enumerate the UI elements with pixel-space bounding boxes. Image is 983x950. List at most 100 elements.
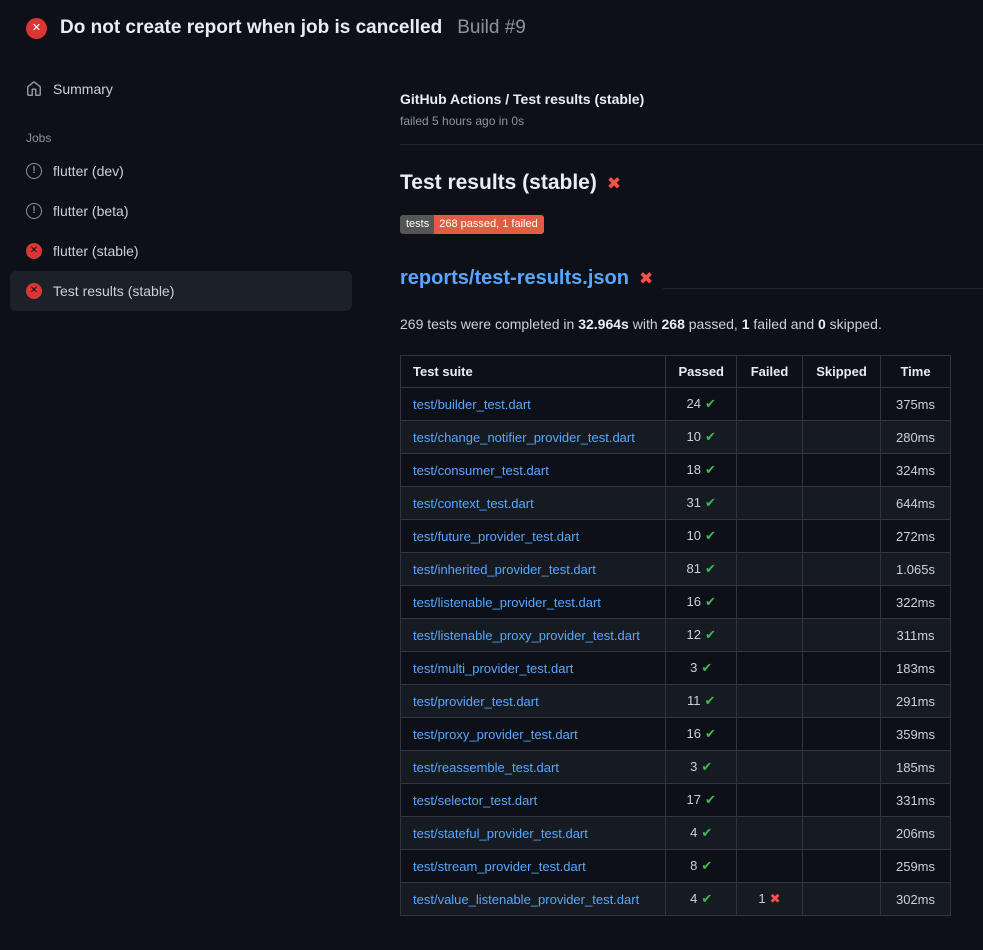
cell-failed [737,652,803,685]
cell-suite-link[interactable]: test/provider_test.dart [413,694,539,709]
run-header: ✕ Do not create report when job is cance… [0,0,983,53]
cell-skipped [803,487,881,520]
job-label: flutter (dev) [53,163,124,179]
cell-skipped [803,751,881,784]
breadcrumb: GitHub Actions / Test results (stable) [400,89,983,109]
results-table: Test suite Passed Failed Skipped Time te… [400,355,951,916]
cell-suite-link[interactable]: test/listenable_provider_test.dart [413,595,601,610]
cell-skipped [803,784,881,817]
sidebar-job-flutter-dev-[interactable]: ! flutter (dev) [10,151,352,191]
home-icon [26,81,42,97]
cell-time: 185ms [881,751,951,784]
cell-failed [737,751,803,784]
cell-suite: test/change_notifier_provider_test.dart [401,421,666,454]
tests-badge: tests 268 passed, 1 failed [400,215,544,234]
sidebar-job-test-results-stable-[interactable]: ✕ Test results (stable) [10,271,352,311]
table-row: test/inherited_provider_test.dart 81✔ 1.… [401,553,951,586]
cell-suite-link[interactable]: test/stateful_provider_test.dart [413,826,588,841]
cell-suite: test/inherited_provider_test.dart [401,553,666,586]
cell-passed: 16✔ [666,586,737,619]
cell-passed: 8✔ [666,850,737,883]
cell-passed: 17✔ [666,784,737,817]
cell-suite-link[interactable]: test/proxy_provider_test.dart [413,727,578,742]
section-title-row: Test results (stable) ✖ [400,169,983,197]
col-header-suite: Test suite [401,356,666,388]
cell-failed [737,817,803,850]
cell-suite: test/listenable_proxy_provider_test.dart [401,619,666,652]
cell-skipped [803,454,881,487]
table-row: test/stateful_provider_test.dart 4✔ 206m… [401,817,951,850]
cell-suite-link[interactable]: test/reassemble_test.dart [413,760,559,775]
cell-failed [737,421,803,454]
cell-suite-link[interactable]: test/stream_provider_test.dart [413,859,586,874]
cell-time: 183ms [881,652,951,685]
cell-passed: 12✔ [666,619,737,652]
cell-suite-link[interactable]: test/multi_provider_test.dart [413,661,573,676]
cell-skipped [803,520,881,553]
cell-passed: 3✔ [666,652,737,685]
sidebar-job-flutter-beta-[interactable]: ! flutter (beta) [10,191,352,231]
cell-skipped [803,817,881,850]
cell-time: 331ms [881,784,951,817]
cell-time: 322ms [881,586,951,619]
cell-suite-link[interactable]: test/listenable_proxy_provider_test.dart [413,628,640,643]
col-header-time: Time [881,356,951,388]
cell-skipped [803,553,881,586]
col-header-skipped: Skipped [803,356,881,388]
cell-time: 280ms [881,421,951,454]
cell-suite-link[interactable]: test/selector_test.dart [413,793,537,808]
cell-failed [737,685,803,718]
badge-label: tests [400,215,434,234]
cell-time: 311ms [881,619,951,652]
summary-label: Summary [53,81,113,97]
sidebar: Summary Jobs ! flutter (dev) ! flutter (… [0,53,384,311]
failed-x-icon: ✖ [639,270,653,287]
run-failed-icon: ✕ [26,18,47,39]
cell-skipped [803,388,881,421]
job-status-icon: ! [26,163,42,179]
table-row: test/consumer_test.dart 18✔ 324ms [401,454,951,487]
cell-passed: 81✔ [666,553,737,586]
failed-x-icon: ✖ [607,175,621,192]
cell-time: 302ms [881,883,951,916]
report-file-link[interactable]: reports/test-results.json [400,264,629,292]
table-row: test/future_provider_test.dart 10✔ 272ms [401,520,951,553]
cell-passed: 4✔ [666,817,737,850]
col-header-passed: Passed [666,356,737,388]
run-build-number: Build #9 [457,17,526,39]
cell-time: 359ms [881,718,951,751]
table-header-row: Test suite Passed Failed Skipped Time [401,356,951,388]
cell-suite: test/multi_provider_test.dart [401,652,666,685]
cell-skipped [803,718,881,751]
cell-time: 259ms [881,850,951,883]
cell-failed [737,586,803,619]
cell-suite-link[interactable]: test/context_test.dart [413,496,534,511]
cell-skipped [803,850,881,883]
cell-suite: test/future_provider_test.dart [401,520,666,553]
table-row: test/proxy_provider_test.dart 16✔ 359ms [401,718,951,751]
cell-suite-link[interactable]: test/future_provider_test.dart [413,529,579,544]
cell-skipped [803,586,881,619]
jobs-list: ! flutter (dev) ! flutter (beta) ✕ flutt… [10,151,352,311]
cell-passed: 10✔ [666,520,737,553]
cell-suite-link[interactable]: test/inherited_provider_test.dart [413,562,596,577]
sidebar-job-flutter-stable-[interactable]: ✕ flutter (stable) [10,231,352,271]
heading-rule [663,288,983,289]
cell-suite: test/listenable_provider_test.dart [401,586,666,619]
job-status-icon: ✕ [26,243,42,259]
cell-suite-link[interactable]: test/change_notifier_provider_test.dart [413,430,635,445]
cell-suite-link[interactable]: test/consumer_test.dart [413,463,549,478]
sidebar-item-summary[interactable]: Summary [10,73,352,105]
table-row: test/listenable_provider_test.dart 16✔ 3… [401,586,951,619]
cell-failed [737,388,803,421]
cell-passed: 16✔ [666,718,737,751]
table-row: test/selector_test.dart 17✔ 331ms [401,784,951,817]
col-header-failed: Failed [737,356,803,388]
cell-suite: test/stateful_provider_test.dart [401,817,666,850]
cell-failed [737,487,803,520]
cell-suite-link[interactable]: test/builder_test.dart [413,397,531,412]
cell-suite-link[interactable]: test/value_listenable_provider_test.dart [413,892,639,907]
cell-time: 1.065s [881,553,951,586]
cell-passed: 31✔ [666,487,737,520]
table-row: test/stream_provider_test.dart 8✔ 259ms [401,850,951,883]
